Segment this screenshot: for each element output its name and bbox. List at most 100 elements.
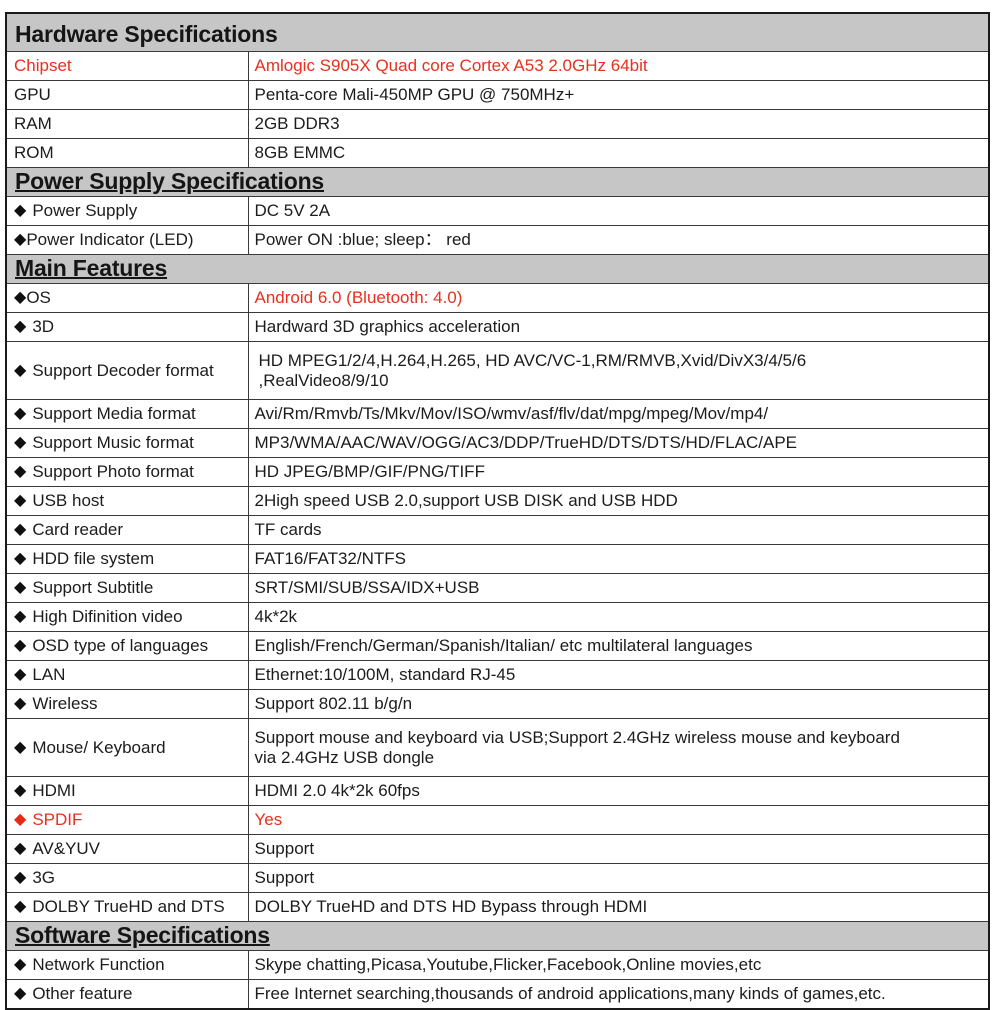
spec-label-text: SPDIF <box>32 810 83 829</box>
spec-row: ◆ High Difinition video 4k*2k <box>5 602 990 632</box>
spec-label-text: Support Music format <box>32 433 194 452</box>
spec-row: ◆ AV&YUV Support <box>5 834 990 864</box>
spec-label-cell: ◆ Power Indicator (LED) <box>5 225 249 255</box>
spec-label-cell: ◆ Support Music format <box>5 428 249 458</box>
diamond-bullet-icon: ◆ <box>14 579 27 596</box>
spec-label-cell: ◆ Other feature <box>5 979 249 1010</box>
spec-label-text: ROM <box>14 143 54 162</box>
spec-value-cell: 2High speed USB 2.0,support USB DISK and… <box>247 486 990 516</box>
diamond-bullet-icon: ◆ <box>14 869 27 886</box>
spec-label-cell: ◆ Support Subtitle <box>5 573 249 603</box>
spec-label-text: HDD file system <box>32 549 155 568</box>
spec-label-cell: ◆ Support Media format <box>5 399 249 429</box>
spec-label-cell: ◆ OS <box>5 283 249 313</box>
section-title: Power Supply Specifications <box>15 168 325 195</box>
spec-value-cell: HD JPEG/BMP/GIF/PNG/TIFF <box>247 457 990 487</box>
spec-row: ◆ LAN Ethernet:10/100M, standard RJ-45 <box>5 660 990 690</box>
spec-value-cell: FAT16/FAT32/NTFS <box>247 544 990 574</box>
spec-row: ◆ Support Decoder format HD MPEG1/2/4,H.2… <box>5 341 990 400</box>
diamond-bullet-icon: ◆ <box>14 231 27 248</box>
spec-label-text: RAM <box>14 114 52 133</box>
spec-value-cell: Skype chatting,Picasa,Youtube,Flicker,Fa… <box>247 950 990 980</box>
spec-label-text: Network Function <box>32 955 165 974</box>
spec-value-cell: Ethernet:10/100M, standard RJ-45 <box>247 660 990 690</box>
spec-value-cell: Support <box>247 834 990 864</box>
spec-label-text: Support Subtitle <box>32 578 154 597</box>
spec-label-cell: ◆ Power Supply <box>5 196 249 226</box>
spec-label-text: OS <box>26 288 51 307</box>
spec-value-cell: Yes <box>247 805 990 835</box>
diamond-bullet-icon: ◆ <box>14 521 27 538</box>
spec-label-text: AV&YUV <box>32 839 101 858</box>
spec-row: ◆ Mouse/ Keyboard Support mouse and keyboa… <box>5 718 990 777</box>
spec-value-text: Amlogic S905X Quad core Cortex A53 2.0GH… <box>254 56 648 75</box>
spec-row: ◆ Power Indicator (LED) Power ON :blue; sl… <box>5 225 990 255</box>
spec-label-cell: ◆ Card reader <box>5 515 249 545</box>
spec-value-text: Penta-core Mali-450MP GPU @ 750MHz+ <box>254 85 575 104</box>
spec-label-text: Card reader <box>32 520 124 539</box>
spec-label-cell: Chipset <box>5 51 249 81</box>
diamond-bullet-icon: ◆ <box>14 202 27 219</box>
spec-label-cell: ◆ High Difinition video <box>5 602 249 632</box>
diamond-bullet-icon: ◆ <box>14 361 27 379</box>
spec-row: ◆ USB host 2High speed USB 2.0,support USB… <box>5 486 990 516</box>
spec-label-cell: RAM <box>5 109 249 139</box>
diamond-bullet-icon: ◆ <box>14 318 27 335</box>
section-title: Software Specifications <box>15 922 270 949</box>
diamond-bullet-icon: ◆ <box>14 463 27 480</box>
diamond-bullet-icon: ◆ <box>14 289 27 306</box>
diamond-bullet-icon: ◆ <box>14 492 27 509</box>
spec-label-cell: ◆ Support Decoder format <box>5 341 249 400</box>
section-header-cell: Main Features <box>5 254 990 284</box>
spec-label-text: LAN <box>32 665 66 684</box>
spec-value-cell: 4k*2k <box>247 602 990 632</box>
spec-label-cell: ◆ HDD file system <box>5 544 249 574</box>
spec-label-cell: ◆ HDMI <box>5 776 249 806</box>
diamond-bullet-icon: ◆ <box>14 550 27 567</box>
spec-label-text: USB host <box>32 491 105 510</box>
spec-label-text: Support Decoder format <box>32 360 214 380</box>
spec-label-text: DOLBY TrueHD and DTS <box>32 897 225 916</box>
spec-value-cell: Amlogic S905X Quad core Cortex A53 2.0GH… <box>247 51 990 81</box>
section-header-row: Hardware Specifications <box>5 12 990 52</box>
spec-value-cell: Power ON :blue; sleep： red <box>247 225 990 255</box>
spec-value-text: TF cards <box>254 520 322 539</box>
spec-value-text-line2: via 2.4GHz USB dongle <box>254 747 435 767</box>
spec-label-text: Support Photo format <box>32 462 194 481</box>
spec-value-cell: DC 5V 2A <box>247 196 990 226</box>
spec-row: ◆ Other feature Free Internet searching,th… <box>5 979 990 1010</box>
spec-value-cell: SRT/SMI/SUB/SSA/IDX+USB <box>247 573 990 603</box>
spec-label-cell: ROM <box>5 138 249 168</box>
spec-row: ◆ Support Music format MP3/WMA/AAC/WAV/OGG… <box>5 428 990 458</box>
spec-row: RAM 2GB DDR3 <box>5 109 990 139</box>
spec-label-cell: ◆ Wireless <box>5 689 249 719</box>
section-header-cell: Hardware Specifications <box>5 12 990 52</box>
spec-value-text: Support 802.11 b/g/n <box>254 694 413 713</box>
spec-label-cell: ◆ Mouse/ Keyboard <box>5 718 249 777</box>
spec-label-cell: ◆ SPDIF <box>5 805 249 835</box>
spec-row: ◆ 3G Support <box>5 863 990 893</box>
spec-label-text: High Difinition video <box>32 607 183 626</box>
spec-row: ◆ Support Photo format HD JPEG/BMP/GIF/PNG… <box>5 457 990 487</box>
diamond-bullet-icon: ◆ <box>14 840 27 857</box>
spec-label-cell: ◆ USB host <box>5 486 249 516</box>
spec-row: GPU Penta-core Mali-450MP GPU @ 750MHz+ <box>5 80 990 110</box>
spec-row: ◆ DOLBY TrueHD and DTS DOLBY TrueHD and DT… <box>5 892 990 922</box>
spec-value-text-line2: ,RealVideo8/9/10 <box>258 370 389 390</box>
spec-label-text: Mouse/ Keyboard <box>32 737 166 757</box>
spec-row: ◆ Support Media format Avi/Rm/Rmvb/Ts/Mkv/… <box>5 399 990 429</box>
spec-value-text: 2GB DDR3 <box>254 114 340 133</box>
spec-value-text: Skype chatting,Picasa,Youtube,Flicker,Fa… <box>254 955 762 974</box>
spec-value-cell: Support mouse and keyboard via USB;Suppo… <box>247 718 990 777</box>
diamond-bullet-icon: ◆ <box>14 666 27 683</box>
diamond-bullet-icon: ◆ <box>14 608 27 625</box>
spec-label-cell: ◆ Network Function <box>5 950 249 980</box>
spec-row: ◆ Support Subtitle SRT/SMI/SUB/SSA/IDX+USB <box>5 573 990 603</box>
spec-value-text: Power ON :blue; sleep： red <box>254 230 471 249</box>
spec-row: ◆ HDD file system FAT16/FAT32/NTFS <box>5 544 990 574</box>
spec-label-text: OSD type of languages <box>32 636 209 655</box>
diamond-bullet-icon: ◆ <box>14 695 27 712</box>
spec-value-cell: 2GB DDR3 <box>247 109 990 139</box>
spec-value-text: DC 5V 2A <box>254 201 331 220</box>
spec-value-cell: Support <box>247 863 990 893</box>
